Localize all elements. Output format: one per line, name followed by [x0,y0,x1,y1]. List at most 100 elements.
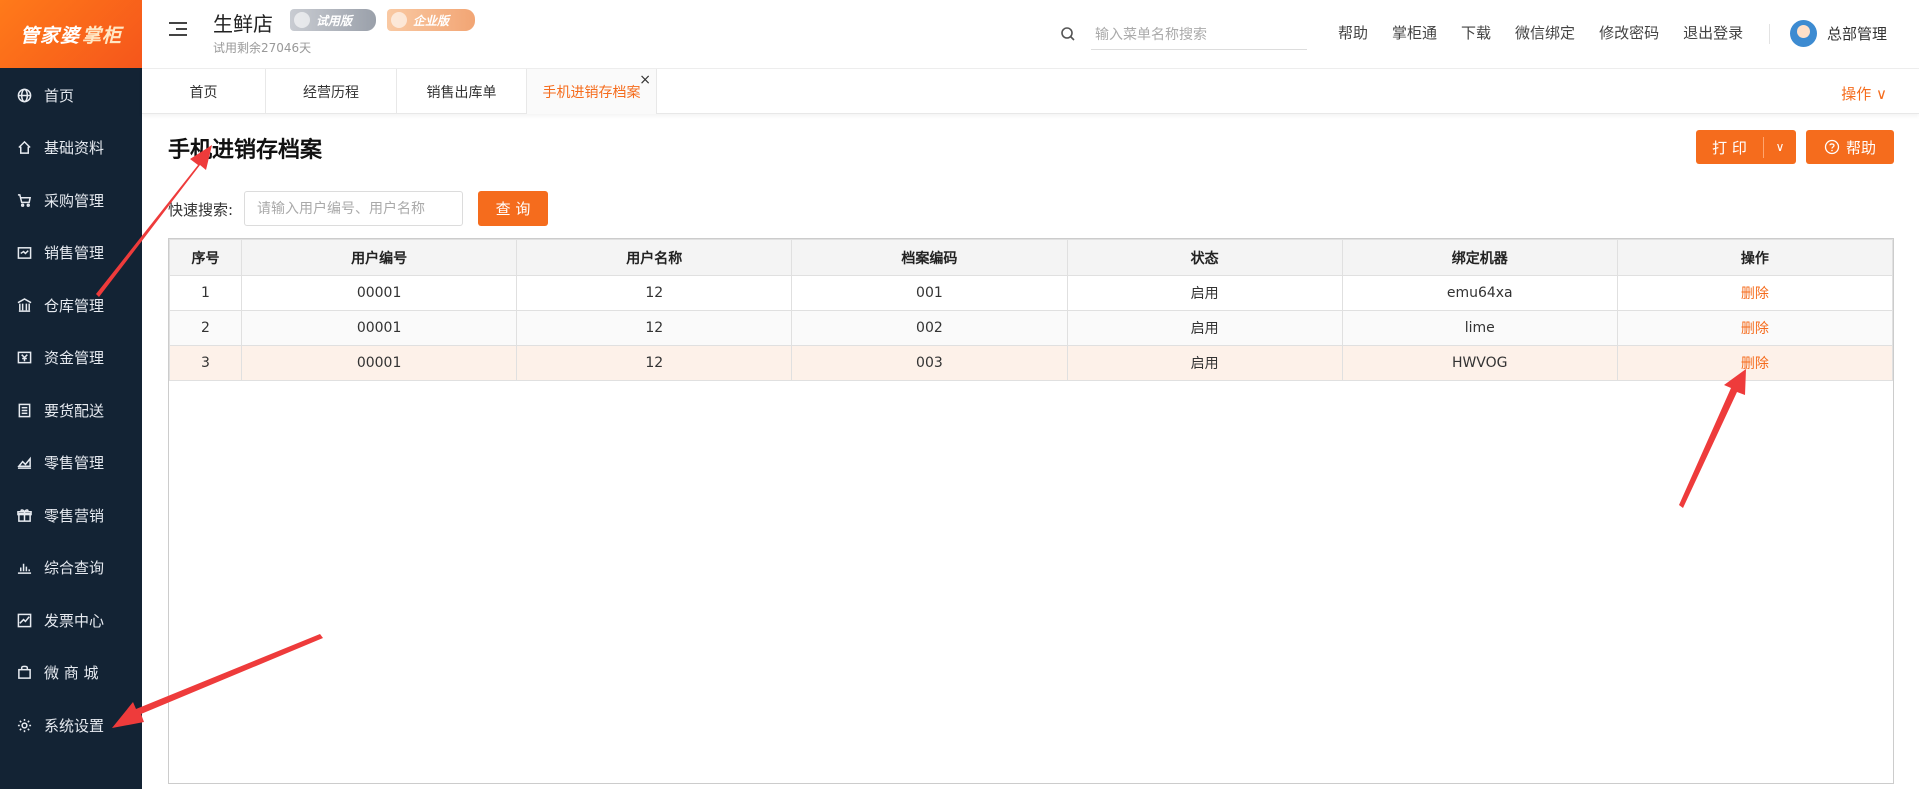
list-icon [16,402,32,418]
table-cell: 删除 [1616,310,1894,346]
sidebar-item-label: 发票中心 [44,611,105,630]
trial-remaining-text: 试用剩余27046天 [213,41,312,55]
delete-link[interactable]: 删除 [1741,321,1769,337]
question-circle-icon [1824,139,1840,155]
delete-link[interactable]: 删除 [1741,286,1769,302]
sidebar-item-label: 基础资料 [44,139,105,158]
user-menu[interactable]: 总部管理 [1789,20,1887,47]
table-row[interactable]: 3 00001 12 003 启用 HWVOG 删除 [168,345,1894,381]
sidebar-item-query[interactable]: 综合查询 [0,542,142,595]
logo-text-part1: 管家婆 [19,24,80,47]
avatar [1789,20,1817,47]
table-cell: 删除 [1616,345,1894,381]
warehouse-icon [16,297,32,313]
tab-home[interactable]: 首页 [142,69,266,114]
tab-mobile-archive[interactable]: 手机进销存档案 × [527,69,657,114]
table-row[interactable]: 2 00001 12 002 启用 lime 删除 [168,310,1894,346]
help-label: 帮助 [1845,138,1876,157]
nav-logout-link[interactable]: 退出登录 [1683,22,1743,43]
column-header[interactable]: 序号 [168,239,243,276]
table-cell: 删除 [1616,275,1894,311]
tab-sales-outbound[interactable]: 销售出库单 [397,69,527,114]
archive-table: 序号 用户编号 用户名称 档案编码 状态 绑定机器 操作 1 00001 12 … [168,238,1894,784]
query-button[interactable]: 查 询 [478,191,548,226]
sidebar-item-label: 首页 [44,86,75,105]
star-icon [391,12,407,28]
nav-zhanggui-link[interactable]: 掌柜通 [1392,22,1437,43]
sidebar: 管家婆掌柜 首页 基础资料 采购管理 销售管理 仓库管理 资金管理 要货配送 [0,0,142,789]
sidebar-item-retail[interactable]: 零售管理 [0,437,142,490]
nav-wechat-bind-link[interactable]: 微信绑定 [1515,22,1575,43]
gear-icon [16,717,32,733]
sidebar-item-label: 系统设置 [44,716,105,735]
gift-icon [16,507,32,523]
chart-icon [16,455,32,471]
chevron-down-icon[interactable]: ∨ [1764,140,1796,154]
table-cell: 001 [791,275,1068,311]
column-header[interactable]: 操作 [1616,239,1894,276]
table-cell: lime [1341,310,1618,346]
column-header[interactable]: 状态 [1066,239,1343,276]
table-cell: 00001 [241,310,518,346]
money-icon [16,350,32,366]
sidebar-item-basic-data[interactable]: 基础资料 [0,122,142,175]
logo-text-part2: 掌柜 [82,24,123,47]
badge-label: 企业版 [413,13,450,28]
badge-label: 试用版 [316,13,353,28]
search-icon[interactable] [1060,26,1076,42]
column-header[interactable]: 用户编号 [241,239,518,276]
table-cell: 启用 [1066,310,1343,346]
sidebar-item-sales[interactable]: 销售管理 [0,227,142,280]
column-header[interactable]: 档案编码 [791,239,1068,276]
globe-icon [16,87,32,103]
nav-change-password-link[interactable]: 修改密码 [1599,22,1659,43]
trial-version-badge: 试用版 [290,9,376,31]
sidebar-item-label: 要货配送 [44,401,105,420]
store-name: 生鲜店 [213,12,273,36]
help-button[interactable]: 帮助 [1806,130,1894,164]
quick-search-label: 快速搜索: [168,201,234,219]
table-header-row: 序号 用户编号 用户名称 档案编码 状态 绑定机器 操作 [168,239,1894,276]
sidebar-item-invoice[interactable]: 发票中心 [0,594,142,647]
sidebar-item-label: 零售营销 [44,506,105,525]
sidebar-item-label: 销售管理 [44,244,105,263]
print-label: 打 印 [1696,136,1764,158]
bar-chart-icon [16,560,32,576]
nav-help-link[interactable]: 帮助 [1338,22,1368,43]
tab-history[interactable]: 经营历程 [266,69,397,114]
table-cell: 002 [791,310,1068,346]
nav-divider [1769,24,1770,44]
sidebar-item-label: 仓库管理 [44,296,105,315]
table-cell: 启用 [1066,345,1343,381]
nav-download-link[interactable]: 下载 [1461,22,1491,43]
sidebar-item-distribution[interactable]: 要货配送 [0,384,142,437]
tab-operation-dropdown[interactable]: 操作 ∨ [1841,83,1887,104]
table-cell: 00001 [241,345,518,381]
page-title: 手机进销存档案 [168,138,323,163]
top-nav: 帮助 掌柜通 下载 微信绑定 修改密码 退出登录 [1338,22,1767,43]
table-cell: 12 [516,345,793,381]
sidebar-item-finance[interactable]: 资金管理 [0,332,142,385]
sidebar-item-home[interactable]: 首页 [0,69,142,122]
menu-search-input[interactable] [1091,20,1307,50]
menu-toggle-icon[interactable] [169,21,187,37]
column-header[interactable]: 绑定机器 [1341,239,1618,276]
print-button[interactable]: 打 印 ∨ [1696,130,1796,164]
page-tabs: 首页 经营历程 销售出库单 手机进销存档案 × 操作 ∨ [142,69,1919,114]
sidebar-item-label: 资金管理 [44,349,105,368]
delete-link[interactable]: 删除 [1741,356,1769,372]
sidebar-item-settings[interactable]: 系统设置 [0,699,142,752]
sidebar-item-warehouse[interactable]: 仓库管理 [0,279,142,332]
enterprise-version-badge: 企业版 [387,9,475,31]
sidebar-item-mall[interactable]: 微 商 城 [0,647,142,700]
table-cell: 00001 [241,275,518,311]
column-header[interactable]: 用户名称 [516,239,793,276]
table-cell: 12 [516,275,793,311]
close-icon[interactable]: × [639,72,651,88]
sidebar-item-label: 综合查询 [44,559,105,578]
sidebar-item-purchase[interactable]: 采购管理 [0,174,142,227]
sidebar-item-marketing[interactable]: 零售营销 [0,489,142,542]
table-row[interactable]: 1 00001 12 001 启用 emu64xa 删除 [168,275,1894,311]
quick-search-input[interactable] [244,191,463,226]
user-name: 总部管理 [1826,25,1887,43]
